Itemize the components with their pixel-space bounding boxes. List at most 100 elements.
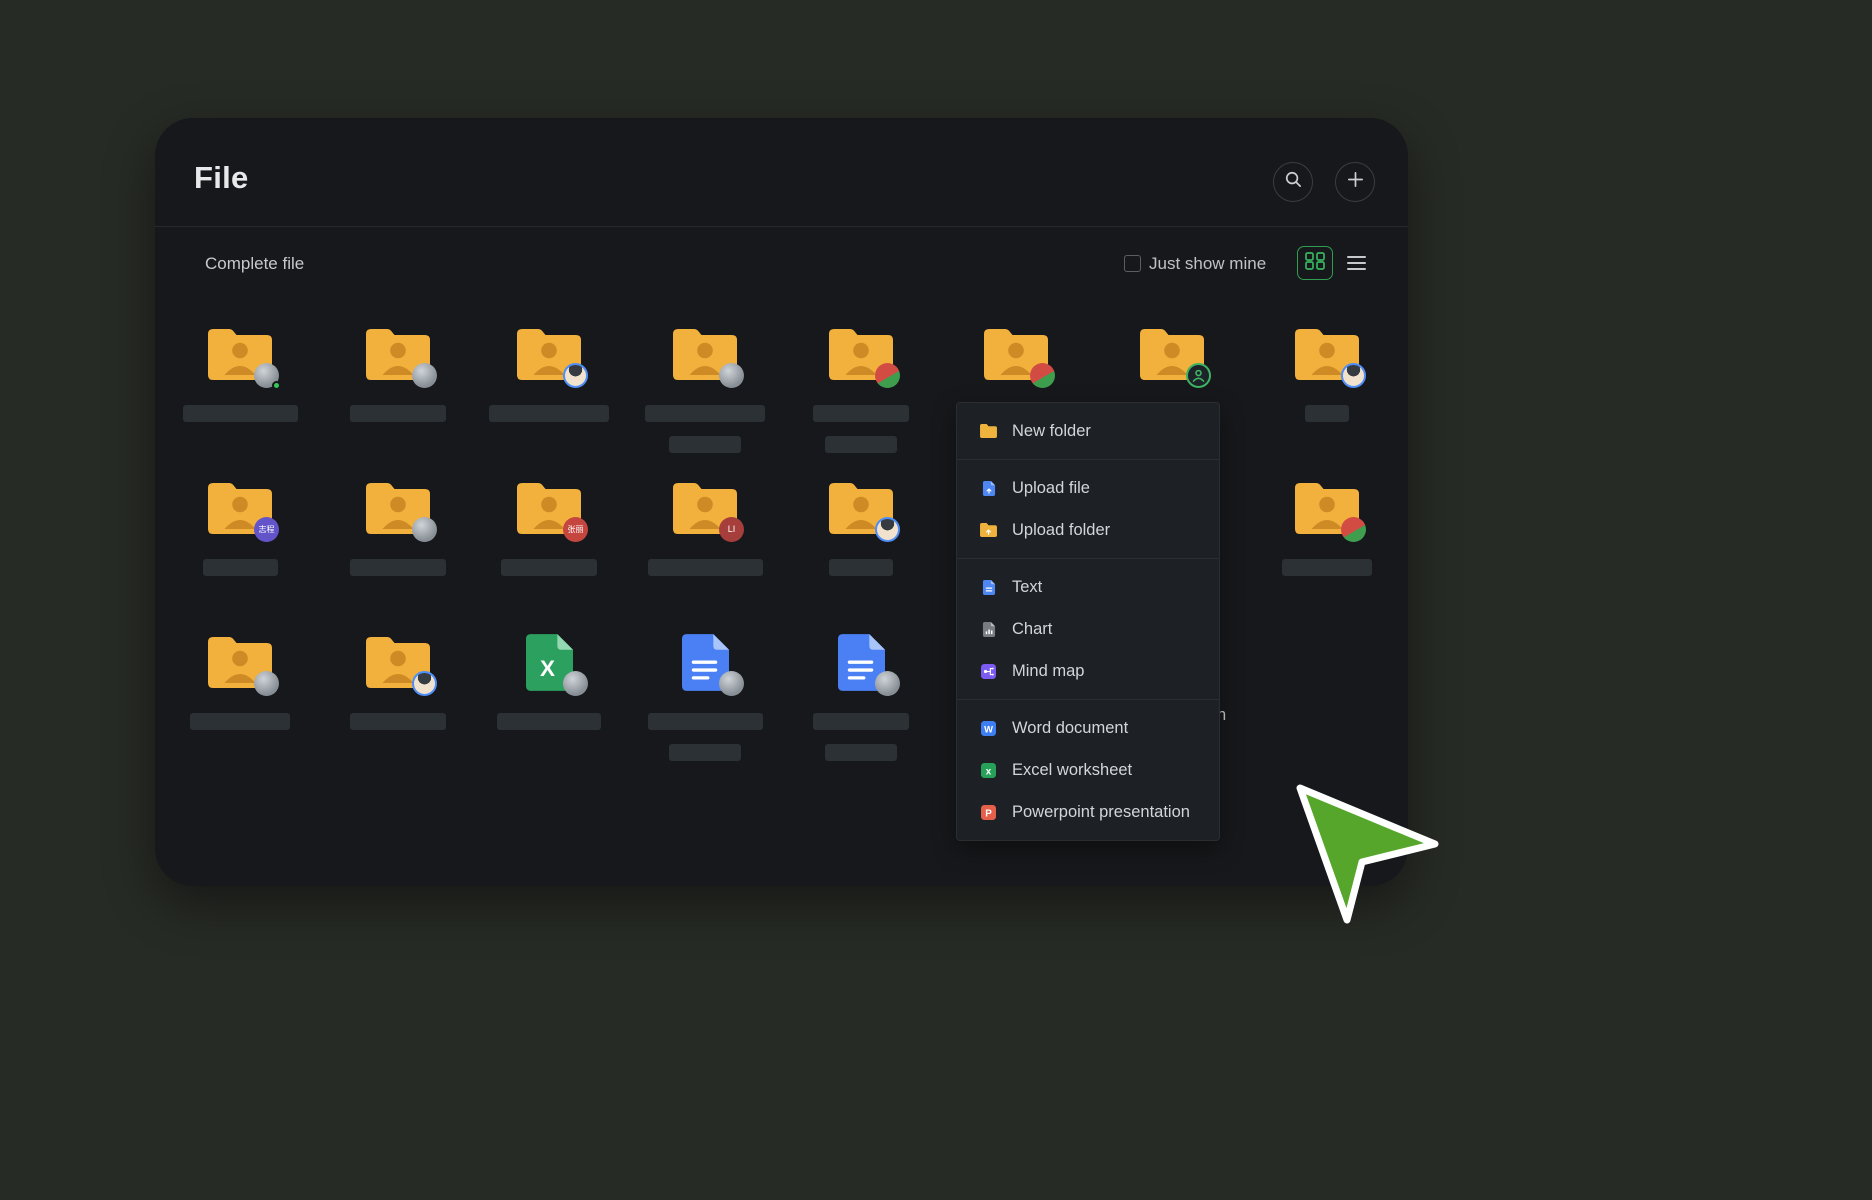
avatar-badge (412, 363, 437, 388)
avatar-badge: LI (719, 517, 744, 542)
filename-placeholder (497, 713, 601, 730)
svg-text:x: x (986, 766, 992, 777)
file-item[interactable] (170, 634, 310, 782)
file-item[interactable] (1257, 480, 1397, 628)
file-item[interactable] (328, 634, 468, 782)
filename-placeholder (825, 744, 897, 761)
avatar-badge (1341, 517, 1366, 542)
filename-placeholder (190, 713, 290, 730)
filename-placeholder (648, 713, 763, 730)
avatar-badge (563, 363, 588, 388)
mindmap-icon (979, 662, 998, 680)
file-item[interactable] (791, 634, 931, 782)
folder-icon (479, 326, 619, 384)
file-item[interactable]: X (479, 634, 619, 782)
avatar-badge (875, 517, 900, 542)
filename-placeholder (648, 559, 763, 576)
folder-icon (328, 326, 468, 384)
filename-placeholder (183, 405, 298, 422)
filename-placeholder (825, 436, 897, 453)
filename-placeholder (829, 559, 893, 576)
doc-icon (791, 634, 931, 692)
folder-icon (791, 326, 931, 384)
menu-item-chart[interactable]: Chart (957, 608, 1219, 650)
folder-icon (635, 326, 775, 384)
avatar-badge (1341, 363, 1366, 388)
menu-section: Text Chart Mind map (957, 558, 1219, 699)
filename-placeholder (1282, 559, 1372, 576)
file-item[interactable] (479, 326, 619, 474)
folder-icon (791, 480, 931, 538)
word-icon: W (979, 719, 998, 737)
filename-placeholder (669, 744, 741, 761)
folder-icon (1257, 480, 1397, 538)
file-item[interactable]: 志程 (170, 480, 310, 628)
filename-placeholder (350, 559, 446, 576)
filename-placeholder (350, 405, 446, 422)
avatar-badge (412, 517, 437, 542)
folder-icon (170, 480, 310, 538)
menu-item-excel[interactable]: x Excel worksheet (957, 749, 1219, 791)
menu-item-label: Mind map (1012, 662, 1084, 681)
file-item[interactable] (791, 480, 931, 628)
new-item-context-menu: New folder Upload file Upload folder Text Ch… (956, 402, 1220, 841)
folder-icon (328, 480, 468, 538)
file-grid: 志程 张丽 LI X (155, 118, 1408, 886)
menu-item-ppt[interactable]: PPowerpoint presentation (957, 791, 1219, 833)
menu-item-text[interactable]: Text (957, 566, 1219, 608)
menu-item-label: Powerpoint presentation (1012, 803, 1190, 822)
svg-text:W: W (984, 724, 993, 734)
avatar-badge (254, 363, 279, 388)
chart-icon (979, 620, 998, 638)
menu-item-new-folder[interactable]: New folder (957, 410, 1219, 452)
doc-icon (635, 634, 775, 692)
avatar-badge (563, 671, 588, 696)
menu-section: W Word document x Excel worksheet PPowerpoin… (957, 699, 1219, 840)
filename-placeholder (350, 713, 446, 730)
avatar-badge (1030, 363, 1055, 388)
menu-section: Upload file Upload folder (957, 459, 1219, 558)
file-item[interactable] (328, 326, 468, 474)
svg-text:X: X (540, 656, 555, 681)
filename-placeholder (669, 436, 741, 453)
folder-icon (1102, 326, 1242, 384)
avatar-badge (412, 671, 437, 696)
file-item[interactable] (635, 634, 775, 782)
menu-item-upload-file[interactable]: Upload file (957, 467, 1219, 509)
menu-item-word[interactable]: W Word document (957, 707, 1219, 749)
filename-placeholder (813, 405, 909, 422)
folder-icon (479, 480, 619, 538)
avatar-badge (719, 671, 744, 696)
menu-item-label: New folder (1012, 422, 1091, 441)
folder-icon (946, 326, 1086, 384)
file-item[interactable] (635, 326, 775, 474)
filename-placeholder (501, 559, 597, 576)
menu-item-label: Word document (1012, 719, 1128, 738)
folder-icon (170, 634, 310, 692)
text-icon (979, 578, 998, 596)
menu-item-mindmap[interactable]: Mind map (957, 650, 1219, 692)
menu-item-label: Chart (1012, 620, 1052, 639)
folder-icon (170, 326, 310, 384)
file-item[interactable]: 张丽 (479, 480, 619, 628)
avatar-badge: 志程 (254, 517, 279, 542)
file-item[interactable] (1257, 326, 1397, 474)
file-item[interactable]: LI (635, 480, 775, 628)
excel-icon: x (979, 761, 998, 779)
menu-item-label: Upload folder (1012, 521, 1110, 540)
menu-item-label: Excel worksheet (1012, 761, 1132, 780)
folder-icon (1257, 326, 1397, 384)
avatar-badge (719, 363, 744, 388)
filename-placeholder (1305, 405, 1349, 422)
avatar-badge: 张丽 (563, 517, 588, 542)
filename-placeholder (645, 405, 765, 422)
menu-item-label: Text (1012, 578, 1042, 597)
menu-item-upload-folder[interactable]: Upload folder (957, 509, 1219, 551)
file-item[interactable] (328, 480, 468, 628)
file-item[interactable] (791, 326, 931, 474)
excel-icon: X (479, 634, 619, 692)
file-manager-window: File Complete file Just show mine 志程张丽LI… (155, 118, 1408, 886)
avatar-badge (875, 671, 900, 696)
avatar-badge (254, 671, 279, 696)
file-item[interactable] (170, 326, 310, 474)
